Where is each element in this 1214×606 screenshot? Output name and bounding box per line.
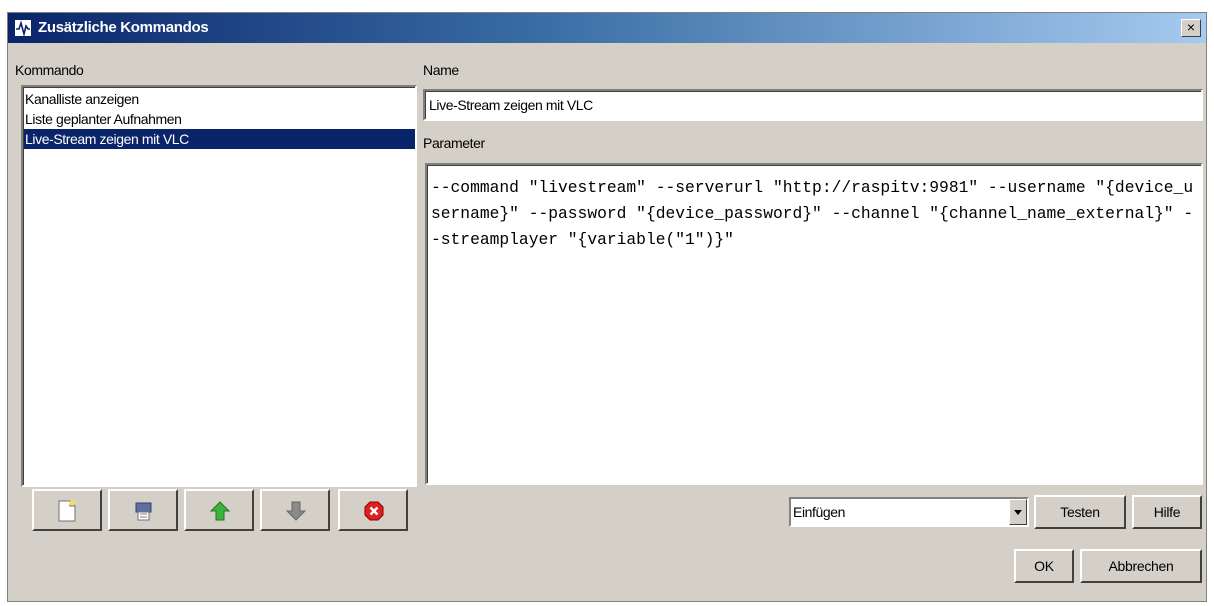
title-bar[interactable]: Zusätzliche Kommandos ×	[8, 13, 1206, 43]
list-item[interactable]: Kanalliste anzeigen	[24, 89, 415, 109]
parameter-label: Parameter	[423, 135, 485, 151]
move-down-arrow-icon	[285, 501, 307, 521]
delete-icon	[364, 501, 384, 521]
name-label: Name	[423, 62, 459, 78]
copy-command-button[interactable]	[108, 489, 178, 531]
cancel-button[interactable]: Abbrechen	[1080, 549, 1202, 583]
dialog-window: Zusätzliche Kommandos × Kommando Name Pa…	[7, 12, 1207, 602]
new-document-icon	[58, 500, 76, 522]
move-up-button[interactable]	[184, 489, 254, 531]
help-button[interactable]: Hilfe	[1132, 495, 1202, 529]
kommando-label: Kommando	[15, 62, 84, 78]
app-icon	[14, 19, 32, 38]
new-command-button[interactable]	[32, 489, 102, 531]
test-button[interactable]: Testen	[1034, 495, 1126, 529]
name-input[interactable]: Live-Stream zeigen mit VLC	[423, 89, 1203, 121]
list-item-selected[interactable]: Live-Stream zeigen mit VLC	[24, 129, 415, 149]
move-up-arrow-icon	[209, 501, 231, 521]
list-item[interactable]: Liste geplanter Aufnahmen	[24, 109, 415, 129]
copy-icon	[135, 502, 152, 521]
parameter-textarea[interactable]: --command "livestream" --serverurl "http…	[425, 163, 1203, 485]
close-button[interactable]: ×	[1181, 19, 1201, 37]
chevron-down-icon[interactable]	[1009, 499, 1027, 525]
insert-dropdown[interactable]: Einfügen	[789, 497, 1029, 527]
close-icon: ×	[1186, 19, 1196, 35]
insert-dropdown-value: Einfügen	[793, 504, 846, 520]
command-list[interactable]: Kanalliste anzeigen Liste geplanter Aufn…	[21, 85, 417, 487]
ok-button[interactable]: OK	[1014, 549, 1074, 583]
move-down-button[interactable]	[260, 489, 330, 531]
window-title: Zusätzliche Kommandos	[38, 19, 209, 36]
delete-command-button[interactable]	[338, 489, 408, 531]
